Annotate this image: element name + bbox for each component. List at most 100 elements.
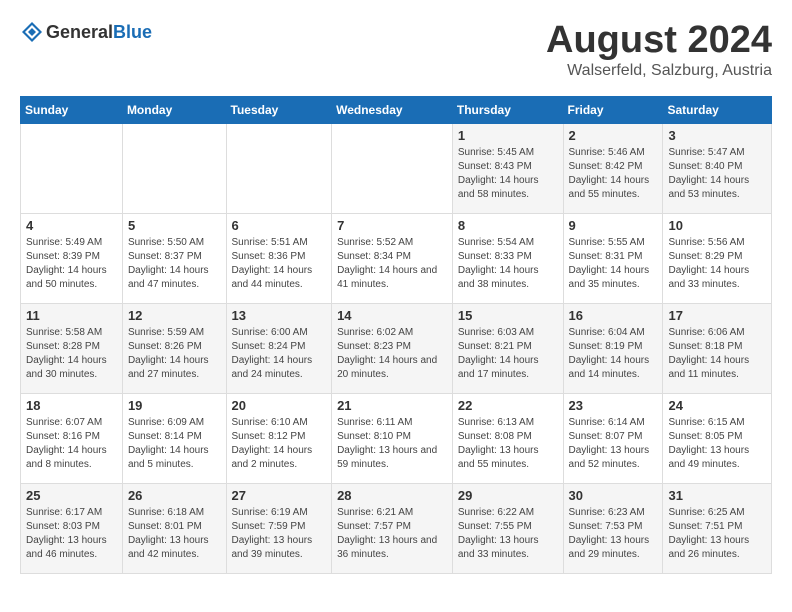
day-info: Sunrise: 5:59 AM Sunset: 8:26 PM Dayligh… — [128, 326, 221, 382]
day-info: Sunrise: 6:15 AM Sunset: 8:05 PM Dayligh… — [668, 416, 766, 472]
day-number: 2 — [569, 128, 658, 143]
day-info: Sunrise: 5:45 AM Sunset: 8:43 PM Dayligh… — [458, 146, 558, 202]
cell-week4-day3: 21Sunrise: 6:11 AM Sunset: 8:10 PM Dayli… — [332, 393, 453, 483]
cell-week3-day6: 17 Sunrise: 6:06 AM Sunset: 8:18 PM Dayli… — [663, 303, 772, 393]
day-number: 6 — [232, 218, 327, 233]
header-row: Sunday Monday Tuesday Wednesday Thursday… — [21, 96, 772, 123]
day-info: Sunrise: 5:46 AM Sunset: 8:42 PM Dayligh… — [569, 146, 658, 202]
cell-week4-day5: 23 Sunrise: 6:14 AM Sunset: 8:07 PM Dayli… — [563, 393, 663, 483]
day-info: Sunrise: 6:06 AM Sunset: 8:18 PM Dayligh… — [668, 326, 766, 382]
day-number: 15 — [458, 308, 558, 323]
day-info: Sunrise: 6:07 AM Sunset: 8:16 PM Dayligh… — [26, 416, 117, 472]
cell-week5-day1: 26Sunrise: 6:18 AM Sunset: 8:01 PM Dayli… — [122, 483, 226, 573]
day-info: Sunrise: 6:25 AM Sunset: 7:51 PM Dayligh… — [668, 506, 766, 562]
logo: GeneralBlue — [20, 20, 152, 44]
day-number: 14 — [337, 308, 447, 323]
day-number: 18 — [26, 398, 117, 413]
day-info: Sunrise: 5:58 AM Sunset: 8:28 PM Dayligh… — [26, 326, 117, 382]
day-info: Sunrise: 6:03 AM Sunset: 8:21 PM Dayligh… — [458, 326, 558, 382]
day-info: Sunrise: 6:02 AM Sunset: 8:23 PM Dayligh… — [337, 326, 447, 382]
sub-title: Walserfeld, Salzburg, Austria — [546, 62, 772, 80]
header-thursday: Thursday — [452, 96, 563, 123]
cell-week1-day3 — [332, 123, 453, 213]
day-info: Sunrise: 6:14 AM Sunset: 8:07 PM Dayligh… — [569, 416, 658, 472]
day-number: 29 — [458, 488, 558, 503]
cell-week1-day0 — [21, 123, 123, 213]
header-wednesday: Wednesday — [332, 96, 453, 123]
week-row-1: 1 Sunrise: 5:45 AM Sunset: 8:43 PM Daylig… — [21, 123, 772, 213]
cell-week2-day0: 4Sunrise: 5:49 AM Sunset: 8:39 PM Daylig… — [21, 213, 123, 303]
week-row-2: 4Sunrise: 5:49 AM Sunset: 8:39 PM Daylig… — [21, 213, 772, 303]
day-number: 7 — [337, 218, 447, 233]
day-info: Sunrise: 6:13 AM Sunset: 8:08 PM Dayligh… — [458, 416, 558, 472]
cell-week5-day4: 29Sunrise: 6:22 AM Sunset: 7:55 PM Dayli… — [452, 483, 563, 573]
day-number: 17 — [668, 308, 766, 323]
logo-text-general: General — [46, 22, 113, 42]
cell-week5-day2: 27 Sunrise: 6:19 AM Sunset: 7:59 PM Dayli… — [226, 483, 332, 573]
day-number: 8 — [458, 218, 558, 233]
day-number: 31 — [668, 488, 766, 503]
day-info: Sunrise: 5:55 AM Sunset: 8:31 PM Dayligh… — [569, 236, 658, 292]
cell-week2-day4: 8 Sunrise: 5:54 AM Sunset: 8:33 PM Daylig… — [452, 213, 563, 303]
cell-week3-day3: 14 Sunrise: 6:02 AM Sunset: 8:23 PM Dayli… — [332, 303, 453, 393]
week-row-5: 25Sunrise: 6:17 AM Sunset: 8:03 PM Dayli… — [21, 483, 772, 573]
calendar-body: 1 Sunrise: 5:45 AM Sunset: 8:43 PM Daylig… — [21, 123, 772, 573]
day-info: Sunrise: 6:18 AM Sunset: 8:01 PM Dayligh… — [128, 506, 221, 562]
day-info: Sunrise: 5:49 AM Sunset: 8:39 PM Dayligh… — [26, 236, 117, 292]
day-info: Sunrise: 5:52 AM Sunset: 8:34 PM Dayligh… — [337, 236, 447, 292]
cell-week4-day4: 22Sunrise: 6:13 AM Sunset: 8:08 PM Dayli… — [452, 393, 563, 483]
day-number: 20 — [232, 398, 327, 413]
day-info: Sunrise: 6:19 AM Sunset: 7:59 PM Dayligh… — [232, 506, 327, 562]
day-number: 27 — [232, 488, 327, 503]
cell-week5-day0: 25Sunrise: 6:17 AM Sunset: 8:03 PM Dayli… — [21, 483, 123, 573]
cell-week5-day5: 30Sunrise: 6:23 AM Sunset: 7:53 PM Dayli… — [563, 483, 663, 573]
cell-week2-day2: 6 Sunrise: 5:51 AM Sunset: 8:36 PM Daylig… — [226, 213, 332, 303]
header-monday: Monday — [122, 96, 226, 123]
cell-week2-day3: 7 Sunrise: 5:52 AM Sunset: 8:34 PM Daylig… — [332, 213, 453, 303]
cell-week4-day1: 19 Sunrise: 6:09 AM Sunset: 8:14 PM Dayli… — [122, 393, 226, 483]
day-number: 12 — [128, 308, 221, 323]
cell-week1-day6: 3 Sunrise: 5:47 AM Sunset: 8:40 PM Daylig… — [663, 123, 772, 213]
cell-week2-day1: 5Sunrise: 5:50 AM Sunset: 8:37 PM Daylig… — [122, 213, 226, 303]
header-tuesday: Tuesday — [226, 96, 332, 123]
day-number: 1 — [458, 128, 558, 143]
cell-week1-day2 — [226, 123, 332, 213]
day-number: 3 — [668, 128, 766, 143]
day-number: 9 — [569, 218, 658, 233]
day-info: Sunrise: 5:56 AM Sunset: 8:29 PM Dayligh… — [668, 236, 766, 292]
day-number: 28 — [337, 488, 447, 503]
header-sunday: Sunday — [21, 96, 123, 123]
calendar-table: Sunday Monday Tuesday Wednesday Thursday… — [20, 96, 772, 574]
day-info: Sunrise: 6:00 AM Sunset: 8:24 PM Dayligh… — [232, 326, 327, 382]
cell-week3-day0: 11Sunrise: 5:58 AM Sunset: 8:28 PM Dayli… — [21, 303, 123, 393]
cell-week1-day4: 1 Sunrise: 5:45 AM Sunset: 8:43 PM Daylig… — [452, 123, 563, 213]
cell-week2-day5: 9 Sunrise: 5:55 AM Sunset: 8:31 PM Daylig… — [563, 213, 663, 303]
logo-text-blue: Blue — [113, 22, 152, 42]
week-row-3: 11Sunrise: 5:58 AM Sunset: 8:28 PM Dayli… — [21, 303, 772, 393]
calendar-header: Sunday Monday Tuesday Wednesday Thursday… — [21, 96, 772, 123]
day-info: Sunrise: 6:09 AM Sunset: 8:14 PM Dayligh… — [128, 416, 221, 472]
day-number: 13 — [232, 308, 327, 323]
day-info: Sunrise: 5:54 AM Sunset: 8:33 PM Dayligh… — [458, 236, 558, 292]
cell-week4-day2: 20 Sunrise: 6:10 AM Sunset: 8:12 PM Dayli… — [226, 393, 332, 483]
week-row-4: 18 Sunrise: 6:07 AM Sunset: 8:16 PM Dayli… — [21, 393, 772, 483]
cell-week3-day4: 15 Sunrise: 6:03 AM Sunset: 8:21 PM Dayli… — [452, 303, 563, 393]
day-info: Sunrise: 5:47 AM Sunset: 8:40 PM Dayligh… — [668, 146, 766, 202]
cell-week3-day5: 16Sunrise: 6:04 AM Sunset: 8:19 PM Dayli… — [563, 303, 663, 393]
day-number: 16 — [569, 308, 658, 323]
cell-week1-day5: 2 Sunrise: 5:46 AM Sunset: 8:42 PM Daylig… — [563, 123, 663, 213]
cell-week1-day1 — [122, 123, 226, 213]
day-info: Sunrise: 6:17 AM Sunset: 8:03 PM Dayligh… — [26, 506, 117, 562]
cell-week4-day0: 18 Sunrise: 6:07 AM Sunset: 8:16 PM Dayli… — [21, 393, 123, 483]
header-saturday: Saturday — [663, 96, 772, 123]
cell-week3-day1: 12 Sunrise: 5:59 AM Sunset: 8:26 PM Dayli… — [122, 303, 226, 393]
cell-week5-day6: 31 Sunrise: 6:25 AM Sunset: 7:51 PM Dayli… — [663, 483, 772, 573]
day-info: Sunrise: 6:21 AM Sunset: 7:57 PM Dayligh… — [337, 506, 447, 562]
cell-week3-day2: 13 Sunrise: 6:00 AM Sunset: 8:24 PM Dayli… — [226, 303, 332, 393]
day-number: 19 — [128, 398, 221, 413]
day-number: 10 — [668, 218, 766, 233]
cell-week5-day3: 28 Sunrise: 6:21 AM Sunset: 7:57 PM Dayli… — [332, 483, 453, 573]
day-number: 23 — [569, 398, 658, 413]
day-info: Sunrise: 5:51 AM Sunset: 8:36 PM Dayligh… — [232, 236, 327, 292]
day-info: Sunrise: 6:10 AM Sunset: 8:12 PM Dayligh… — [232, 416, 327, 472]
